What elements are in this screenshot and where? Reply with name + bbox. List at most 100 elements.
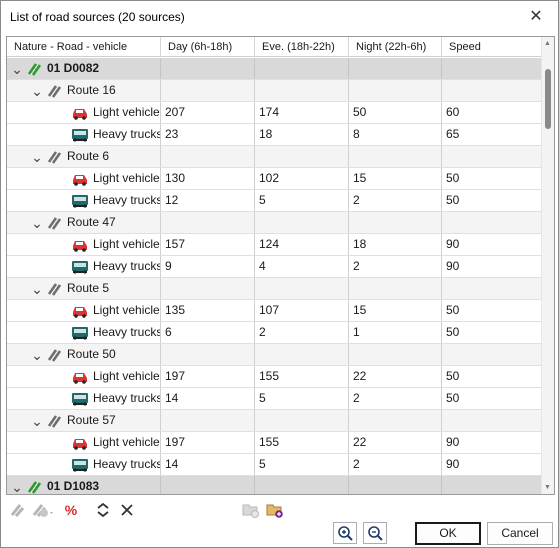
nature-cell[interactable]: ⌄ Route 5: [7, 278, 161, 299]
nature-cell[interactable]: ⌄ 01 D1083: [7, 476, 161, 494]
night-cell[interactable]: 2: [349, 256, 442, 277]
day-cell[interactable]: 130: [161, 168, 255, 189]
speed-cell[interactable]: [442, 80, 542, 101]
day-cell[interactable]: [161, 410, 255, 431]
vertical-scrollbar[interactable]: ▲ ▼: [541, 37, 554, 494]
night-cell[interactable]: 1: [349, 322, 442, 343]
road-source-icon[interactable]: [6, 499, 28, 521]
night-cell[interactable]: 2: [349, 190, 442, 211]
chevron-down-icon[interactable]: ⌄: [31, 150, 43, 164]
table-row[interactable]: Heavy trucks 12 5 2 50: [7, 190, 542, 212]
speed-cell[interactable]: [442, 212, 542, 233]
day-cell[interactable]: [161, 278, 255, 299]
eve-cell[interactable]: 2: [255, 322, 349, 343]
chevron-down-icon[interactable]: ⌄: [31, 282, 43, 296]
route-row[interactable]: ⌄ Route 16: [7, 80, 542, 102]
col-header-nature[interactable]: Nature - Road - vehicle: [7, 37, 161, 57]
route-row[interactable]: ⌄ Route 5: [7, 278, 542, 300]
eve-cell[interactable]: 102: [255, 168, 349, 189]
day-cell[interactable]: 135: [161, 300, 255, 321]
nature-cell[interactable]: Heavy trucks: [7, 388, 161, 409]
collapse-all-button[interactable]: [116, 499, 138, 521]
speed-cell[interactable]: 60: [442, 102, 542, 123]
night-cell[interactable]: [349, 410, 442, 431]
day-cell[interactable]: [161, 58, 255, 79]
close-icon[interactable]: ✕: [526, 7, 546, 27]
table-row[interactable]: Heavy trucks 14 5 2 50: [7, 388, 542, 410]
day-cell[interactable]: 207: [161, 102, 255, 123]
table-row[interactable]: Light vehicles 135 107 15 50: [7, 300, 542, 322]
speed-cell[interactable]: 50: [442, 190, 542, 211]
col-header-day[interactable]: Day (6h-18h): [161, 37, 255, 57]
ok-button[interactable]: OK: [415, 522, 481, 545]
nature-cell[interactable]: Light vehicles: [7, 168, 161, 189]
chevron-down-icon[interactable]: ⌄: [11, 480, 23, 494]
scroll-down-icon[interactable]: ▼: [544, 484, 551, 491]
night-cell[interactable]: [349, 278, 442, 299]
table-row[interactable]: Heavy trucks 23 18 8 65: [7, 124, 542, 146]
group-row[interactable]: ⌄ 01 D1083: [7, 476, 542, 494]
eve-cell[interactable]: [255, 58, 349, 79]
day-cell[interactable]: [161, 146, 255, 167]
speed-cell[interactable]: 50: [442, 388, 542, 409]
scroll-up-icon[interactable]: ▲: [544, 40, 551, 47]
night-cell[interactable]: 22: [349, 432, 442, 453]
speed-cell[interactable]: 50: [442, 322, 542, 343]
eve-cell[interactable]: [255, 278, 349, 299]
nature-cell[interactable]: ⌄ Route 16: [7, 80, 161, 101]
table-row[interactable]: Light vehicles 207 174 50 60: [7, 102, 542, 124]
chevron-down-icon[interactable]: ⌄: [31, 348, 43, 362]
eve-cell[interactable]: 4: [255, 256, 349, 277]
day-cell[interactable]: 157: [161, 234, 255, 255]
eve-cell[interactable]: [255, 410, 349, 431]
night-cell[interactable]: [349, 58, 442, 79]
nature-cell[interactable]: Light vehicles: [7, 432, 161, 453]
speed-cell[interactable]: 90: [442, 454, 542, 475]
eve-cell[interactable]: 155: [255, 366, 349, 387]
cancel-button[interactable]: Cancel: [487, 522, 553, 545]
eve-cell[interactable]: [255, 212, 349, 233]
nature-cell[interactable]: Light vehicles: [7, 234, 161, 255]
day-cell[interactable]: 6: [161, 322, 255, 343]
eve-cell[interactable]: 5: [255, 454, 349, 475]
eve-cell[interactable]: 18: [255, 124, 349, 145]
nature-cell[interactable]: Heavy trucks: [7, 322, 161, 343]
night-cell[interactable]: [349, 476, 442, 494]
night-cell[interactable]: 22: [349, 366, 442, 387]
eve-cell[interactable]: 124: [255, 234, 349, 255]
eve-cell[interactable]: [255, 80, 349, 101]
eve-cell[interactable]: 155: [255, 432, 349, 453]
table-row[interactable]: Heavy trucks 14 5 2 90: [7, 454, 542, 476]
route-row[interactable]: ⌄ Route 50: [7, 344, 542, 366]
night-cell[interactable]: 8: [349, 124, 442, 145]
table-row[interactable]: Heavy trucks 6 2 1 50: [7, 322, 542, 344]
table-row[interactable]: Heavy trucks 9 4 2 90: [7, 256, 542, 278]
chevron-down-icon[interactable]: ⌄: [31, 414, 43, 428]
speed-cell[interactable]: [442, 344, 542, 365]
table-row[interactable]: Light vehicles 157 124 18 90: [7, 234, 542, 256]
night-cell[interactable]: 50: [349, 102, 442, 123]
zoom-out-button[interactable]: [363, 522, 387, 544]
percent-button[interactable]: %: [60, 499, 82, 521]
add-road-dropdown-icon[interactable]: [30, 499, 58, 521]
nature-cell[interactable]: Heavy trucks: [7, 190, 161, 211]
night-cell[interactable]: [349, 80, 442, 101]
speed-cell[interactable]: 50: [442, 366, 542, 387]
day-cell[interactable]: 197: [161, 432, 255, 453]
table-row[interactable]: Light vehicles 130 102 15 50: [7, 168, 542, 190]
night-cell[interactable]: [349, 146, 442, 167]
night-cell[interactable]: 15: [349, 300, 442, 321]
speed-cell[interactable]: 90: [442, 432, 542, 453]
eve-cell[interactable]: [255, 344, 349, 365]
nature-cell[interactable]: Light vehicles: [7, 102, 161, 123]
folder-add-button[interactable]: [264, 499, 286, 521]
eve-cell[interactable]: 174: [255, 102, 349, 123]
day-cell[interactable]: 23: [161, 124, 255, 145]
nature-cell[interactable]: ⌄ Route 6: [7, 146, 161, 167]
expand-collapse-button[interactable]: [92, 499, 114, 521]
day-cell[interactable]: 197: [161, 366, 255, 387]
day-cell[interactable]: 14: [161, 454, 255, 475]
col-header-eve[interactable]: Eve. (18h-22h): [255, 37, 349, 57]
night-cell[interactable]: 2: [349, 388, 442, 409]
nature-cell[interactable]: Light vehicles: [7, 366, 161, 387]
